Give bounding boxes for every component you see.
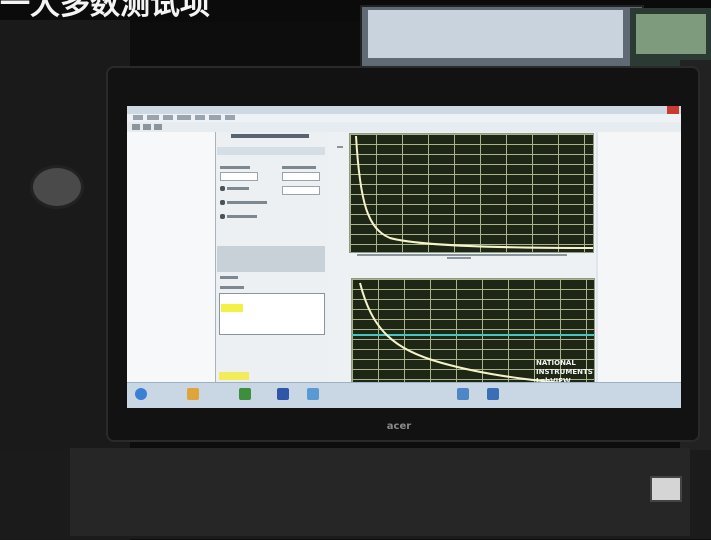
menu-item[interactable] xyxy=(177,115,191,120)
run-icon[interactable] xyxy=(132,124,140,130)
taskbar xyxy=(127,382,681,408)
menu-item[interactable] xyxy=(133,115,143,120)
decay-curve xyxy=(355,135,594,249)
folder-icon[interactable] xyxy=(187,388,199,400)
photo-caption-text: 一大多数测试项 xyxy=(0,0,210,22)
background-knob xyxy=(30,165,84,209)
control-label xyxy=(220,276,238,279)
background-far-monitor-screen xyxy=(636,14,706,54)
panel-divider xyxy=(217,246,325,272)
menu-item[interactable] xyxy=(209,115,221,120)
menu-item[interactable] xyxy=(163,115,173,120)
network-icon[interactable] xyxy=(307,388,319,400)
start-orb-icon[interactable] xyxy=(135,388,147,400)
control-label xyxy=(227,215,257,218)
laptop-screen: NATIONAL INSTRUMENTS LabVIEW xyxy=(127,106,681,408)
x-axis-ticks xyxy=(357,254,567,256)
toolbar xyxy=(127,122,681,132)
control-label xyxy=(227,187,249,190)
laptop-keyboard-base xyxy=(70,448,690,536)
y-axis-ticks xyxy=(337,146,343,148)
menu-item[interactable] xyxy=(225,115,235,120)
data-list-box[interactable] xyxy=(219,293,325,335)
speaker-icon[interactable] xyxy=(457,388,469,400)
control-field[interactable] xyxy=(282,186,320,195)
x-axis-label xyxy=(447,257,471,259)
status-indicator xyxy=(219,372,249,380)
stop-icon[interactable] xyxy=(143,124,151,130)
ni-logo-line2: INSTRUMENTS xyxy=(536,368,593,376)
toggle-icon[interactable] xyxy=(220,214,225,219)
blank-left-region xyxy=(127,132,215,382)
control-label xyxy=(227,201,267,204)
usb-dongle xyxy=(650,476,682,502)
labview-icon[interactable] xyxy=(277,388,289,400)
control-label xyxy=(220,166,250,169)
menu-item[interactable] xyxy=(195,115,205,120)
control-field[interactable] xyxy=(220,172,258,181)
control-label xyxy=(220,286,244,289)
control-label xyxy=(282,166,316,169)
browser-icon[interactable] xyxy=(239,388,251,400)
toggle-icon[interactable] xyxy=(220,200,225,205)
ni-logo-line1: NATIONAL xyxy=(536,359,576,367)
control-field[interactable] xyxy=(282,172,320,181)
window-close-button[interactable] xyxy=(667,106,679,114)
data-list-highlight xyxy=(221,304,243,312)
toggle-icon[interactable] xyxy=(220,186,225,191)
panel-tab[interactable] xyxy=(231,134,309,138)
clock-icon[interactable] xyxy=(487,388,499,400)
graph-top-svg xyxy=(355,135,594,249)
menu-item[interactable] xyxy=(147,115,159,120)
pause-icon[interactable] xyxy=(154,124,162,130)
waveform-graph-top[interactable] xyxy=(349,133,594,253)
panel-header xyxy=(217,147,325,155)
window-titlebar[interactable] xyxy=(127,106,681,114)
brand-logo: acer xyxy=(386,421,412,432)
background-monitor-screen xyxy=(368,10,623,58)
blank-right-region xyxy=(598,132,681,382)
